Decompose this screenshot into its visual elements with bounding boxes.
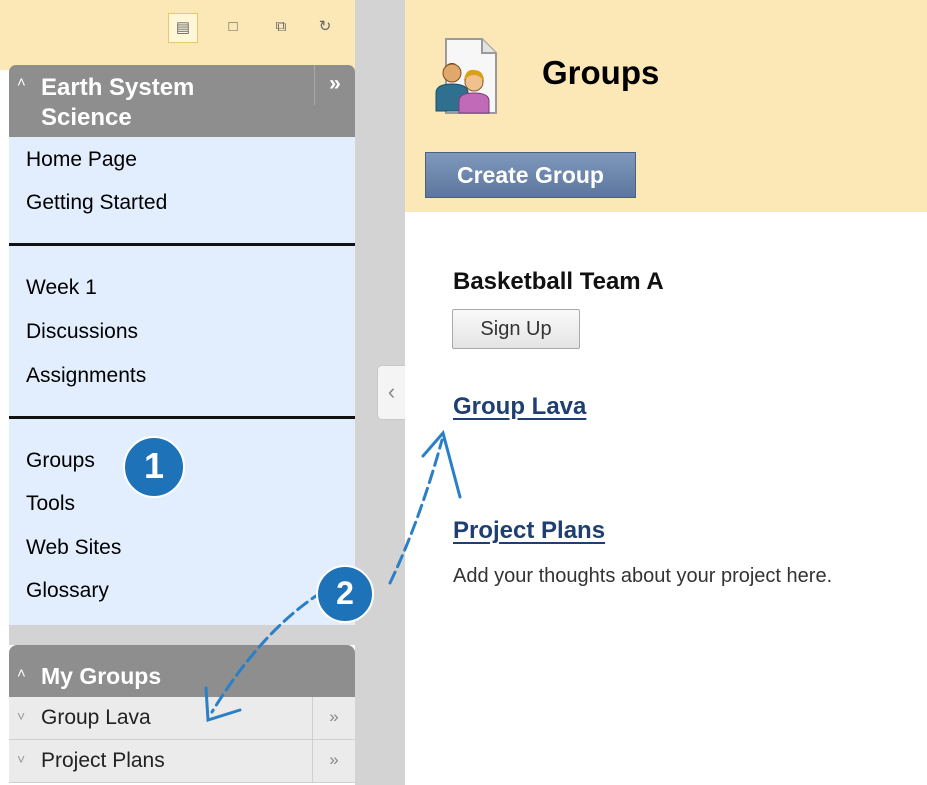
my-groups-item[interactable]: ˅ Group Lava » [9, 697, 355, 740]
menu-splitter: ‹ [355, 0, 405, 785]
expand-caret-icon[interactable]: ˅ [17, 751, 25, 767]
menu-spacer [9, 625, 355, 645]
callout-2-badge: 2 [316, 565, 374, 623]
menu-item-web-sites[interactable]: Web Sites [26, 536, 121, 560]
menu-item-glossary[interactable]: Glossary [26, 579, 109, 603]
expand-menu-icon[interactable]: » [312, 740, 355, 782]
folder-view-icon[interactable]: □ [218, 13, 248, 43]
my-groups-item-label[interactable]: Group Lava [41, 706, 151, 730]
create-group-button[interactable]: Create Group [425, 152, 636, 198]
group-description: Add your thoughts about your project her… [453, 565, 833, 587]
menu-section-1: Home Page Getting Started [9, 137, 355, 243]
menu-item-discussions[interactable]: Discussions [26, 320, 138, 344]
menu-item-groups[interactable]: Groups [26, 449, 95, 473]
course-menu-panel: ▤ □ ⧉ ↻ ˄ Earth System Science » Home Pa… [0, 0, 355, 785]
menu-item-tools[interactable]: Tools [26, 492, 75, 516]
collapse-menu-icon[interactable]: ‹ [377, 365, 405, 420]
expand-menu-icon[interactable]: » [314, 65, 355, 105]
page-title: Groups [542, 54, 660, 91]
menu-item-week-1[interactable]: Week 1 [26, 276, 97, 300]
my-groups-header: ˄ My Groups [9, 645, 355, 697]
menu-section-3: Groups Tools Web Sites Glossary [9, 419, 355, 625]
collapse-caret-icon[interactable]: ˄ [17, 665, 26, 682]
collapse-caret-icon[interactable]: ˄ [17, 74, 26, 91]
group-link-project-plans[interactable]: Project Plans [453, 517, 605, 545]
my-groups-item[interactable]: ˅ Project Plans » [9, 740, 355, 783]
groups-icon [435, 38, 497, 114]
content-area: Groups Create Group Basketball Team A Si… [405, 0, 927, 785]
menu-item-home-page[interactable]: Home Page [26, 148, 137, 172]
my-groups-title[interactable]: My Groups [41, 663, 161, 690]
menu-item-assignments[interactable]: Assignments [26, 364, 146, 388]
callout-1-badge: 1 [123, 436, 185, 498]
course-title[interactable]: Earth System Science [41, 73, 281, 133]
group-link-group-lava[interactable]: Group Lava [453, 393, 586, 421]
sign-up-button[interactable]: Sign Up [452, 309, 580, 349]
menu-section-2: Week 1 Discussions Assignments [9, 246, 355, 416]
my-groups-item-label[interactable]: Project Plans [41, 749, 165, 773]
expand-caret-icon[interactable]: ˅ [17, 708, 25, 724]
course-menu-header: ˄ Earth System Science » [9, 65, 355, 137]
expand-menu-icon[interactable]: » [312, 697, 355, 739]
refresh-icon[interactable]: ↻ [310, 13, 340, 43]
course-menu-toolbar: ▤ □ ⧉ ↻ [0, 0, 355, 70]
new-window-icon[interactable]: ⧉ [266, 13, 296, 43]
page-header: Groups Create Group [405, 0, 927, 212]
group-name: Basketball Team A [453, 268, 664, 295]
menu-item-getting-started[interactable]: Getting Started [26, 191, 167, 215]
list-view-icon[interactable]: ▤ [168, 13, 198, 43]
